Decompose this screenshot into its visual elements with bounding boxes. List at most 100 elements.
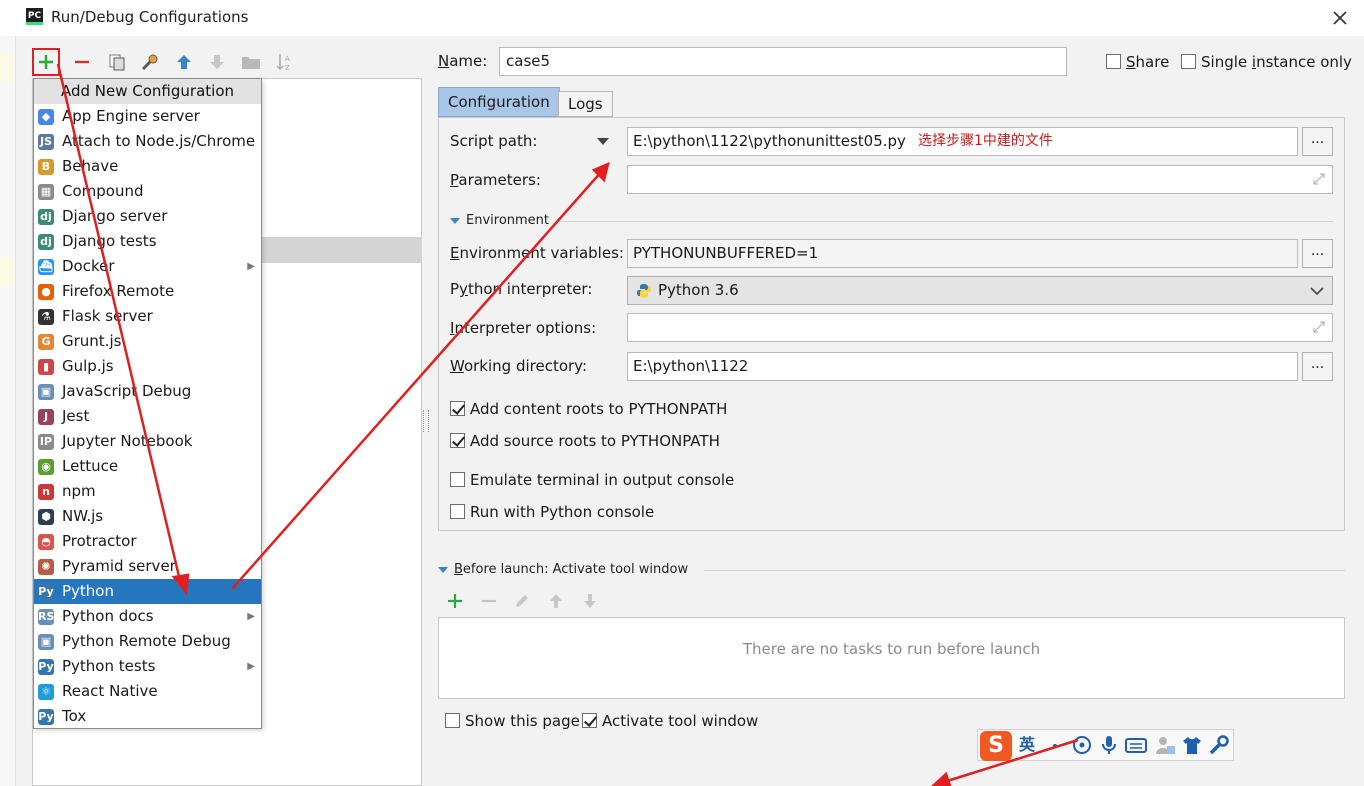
popup-item-label: Docker	[62, 257, 115, 275]
popup-item-grunt-js[interactable]: G Grunt.js	[34, 329, 261, 354]
popup-item-jest[interactable]: J Jest	[34, 404, 261, 429]
env-vars-input[interactable]: PYTHONUNBUFFERED=1	[627, 239, 1298, 268]
share-checkbox[interactable]: Share	[1106, 52, 1169, 71]
add-new-configuration-popup: Add New Configuration ◆ App Engine server…	[33, 78, 262, 729]
checkbox-box[interactable]	[450, 504, 465, 519]
edit-defaults-button[interactable]	[136, 48, 164, 76]
move-down-button[interactable]	[203, 48, 231, 76]
browse-working-directory-button[interactable]: ...	[1302, 352, 1333, 381]
popup-item-label: React Native	[62, 682, 158, 700]
python-interpreter-select[interactable]: Python 3.6	[627, 276, 1333, 305]
emoji-icon[interactable]	[1071, 734, 1093, 756]
popup-item-attach-to-node-js-chrome[interactable]: JS Attach to Node.js/Chrome	[34, 129, 261, 154]
run-with-console-checkbox[interactable]: Run with Python console	[450, 502, 654, 521]
popup-item-firefox-remote[interactable]: ● Firefox Remote	[34, 279, 261, 304]
browse-script-button[interactable]: ...	[1302, 127, 1333, 156]
tab-configuration[interactable]: Configuration	[438, 87, 560, 117]
popup-item-python[interactable]: Py Python	[34, 579, 261, 604]
add-source-roots-checkbox[interactable]: Add source roots to PYTHONPATH	[450, 431, 720, 450]
before-launch-task-list[interactable]: There are no tasks to run before launch	[438, 617, 1345, 699]
working-directory-label: Working directory:	[450, 357, 588, 375]
emulate-terminal-checkbox[interactable]: Emulate terminal in output console	[450, 470, 734, 489]
script-type-dropdown[interactable]	[597, 138, 609, 145]
interpreter-options-input[interactable]	[627, 313, 1333, 342]
close-window-button[interactable]	[1326, 4, 1354, 32]
single-instance-label: Single instance only	[1201, 52, 1352, 71]
keyboard-icon[interactable]	[1125, 734, 1147, 756]
svg-text:A: A	[285, 55, 290, 63]
popup-item-javascript-debug[interactable]: ▣ JavaScript Debug	[34, 379, 261, 404]
tox-icon: Py	[38, 709, 54, 725]
submenu-arrow-icon: ▶	[247, 661, 255, 672]
add-task-button[interactable]	[444, 590, 466, 612]
popup-item-python-docs[interactable]: RS Python docs ▶	[34, 604, 261, 629]
popup-item-compound[interactable]: ▦ Compound	[34, 179, 261, 204]
popup-item-tox[interactable]: Py Tox	[34, 704, 261, 729]
popup-item-gulp-js[interactable]: ▮ Gulp.js	[34, 354, 261, 379]
activate-tool-window-checkbox[interactable]: Activate tool window	[582, 711, 758, 730]
tab-logs[interactable]: Logs	[558, 91, 613, 117]
popup-item-label: JavaScript Debug	[62, 382, 192, 400]
popup-item-lettuce[interactable]: ◉ Lettuce	[34, 454, 261, 479]
checkbox-box[interactable]	[445, 713, 460, 728]
arrow-down-icon	[210, 55, 224, 69]
left-edge-strip	[0, 36, 16, 786]
environment-section-toggle[interactable]: Environment	[450, 213, 549, 228]
popup-item-pyramid-server[interactable]: ✺ Pyramid server	[34, 554, 261, 579]
popup-item-flask-server[interactable]: ⚗ Flask server	[34, 304, 261, 329]
sort-configurations-button[interactable]: AZ	[271, 48, 299, 76]
user-icon[interactable]	[1154, 734, 1176, 756]
before-launch-toggle[interactable]: Before launch: Activate tool window	[438, 562, 688, 577]
ime-language-toggle[interactable]: 英	[1016, 734, 1038, 756]
nodejs-icon: JS	[38, 134, 54, 150]
nwjs-icon: ⬢	[38, 509, 54, 525]
task-up-button[interactable]	[545, 590, 567, 612]
popup-item-django-tests[interactable]: dj Django tests	[34, 229, 261, 254]
splitter-handle[interactable]	[423, 410, 429, 432]
add-configuration-button[interactable]	[32, 48, 60, 76]
checkbox-box[interactable]	[450, 433, 465, 448]
checkbox-box[interactable]	[582, 713, 597, 728]
edit-task-button[interactable]	[511, 590, 533, 612]
popup-item-jupyter-notebook[interactable]: IP Jupyter Notebook	[34, 429, 261, 454]
popup-item-app-engine-server[interactable]: ◆ App Engine server	[34, 104, 261, 129]
copy-configuration-button[interactable]	[103, 48, 131, 76]
sogou-logo-icon[interactable]: S	[980, 731, 1012, 761]
parameters-input[interactable]	[627, 165, 1333, 194]
tree-selected-row[interactable]	[262, 237, 422, 263]
checkbox-box[interactable]	[450, 401, 465, 416]
popup-item-behave[interactable]: B Behave	[34, 154, 261, 179]
edit-env-vars-button[interactable]: ...	[1302, 239, 1333, 268]
working-directory-input[interactable]: E:\python\1122	[627, 352, 1298, 381]
popup-item-nw-js[interactable]: ⬢ NW.js	[34, 504, 261, 529]
expand-icon[interactable]	[1312, 172, 1326, 186]
popup-item-python-tests[interactable]: Py Python tests ▶	[34, 654, 261, 679]
add-content-roots-checkbox[interactable]: Add content roots to PYTHONPATH	[450, 399, 727, 418]
name-input[interactable]: case5	[499, 47, 1067, 76]
popup-item-protractor[interactable]: ◓ Protractor	[34, 529, 261, 554]
task-down-button[interactable]	[579, 590, 601, 612]
submenu-arrow-icon: ▶	[247, 261, 255, 272]
popup-item-docker[interactable]: ⛴ Docker ▶	[34, 254, 261, 279]
app-engine-icon: ◆	[38, 109, 54, 125]
compound-icon: ▦	[38, 184, 54, 200]
popup-item-react-native[interactable]: ⚛ React Native	[34, 679, 261, 704]
skin-shirt-icon[interactable]	[1181, 734, 1203, 756]
popup-item-npm[interactable]: n npm	[34, 479, 261, 504]
punctuation-icon[interactable]	[1044, 734, 1066, 756]
single-instance-checkbox[interactable]: Single instance only	[1181, 52, 1352, 71]
remove-task-button[interactable]	[478, 590, 500, 612]
popup-item-python-remote-debug[interactable]: ▣ Python Remote Debug	[34, 629, 261, 654]
settings-wrench-icon[interactable]	[1208, 734, 1230, 756]
checkbox-box[interactable]	[450, 472, 465, 487]
show-this-page-checkbox[interactable]: Show this page	[445, 711, 580, 730]
share-checkbox-box[interactable]	[1106, 54, 1121, 69]
microphone-icon[interactable]	[1098, 734, 1120, 756]
remove-configuration-button[interactable]	[68, 48, 96, 76]
single-instance-checkbox-box[interactable]	[1181, 54, 1196, 69]
expand-icon[interactable]	[1312, 320, 1326, 334]
move-up-button[interactable]	[170, 48, 198, 76]
move-into-folder-button[interactable]	[237, 48, 265, 76]
popup-item-django-server[interactable]: dj Django server	[34, 204, 261, 229]
popup-item-label: npm	[62, 482, 96, 500]
